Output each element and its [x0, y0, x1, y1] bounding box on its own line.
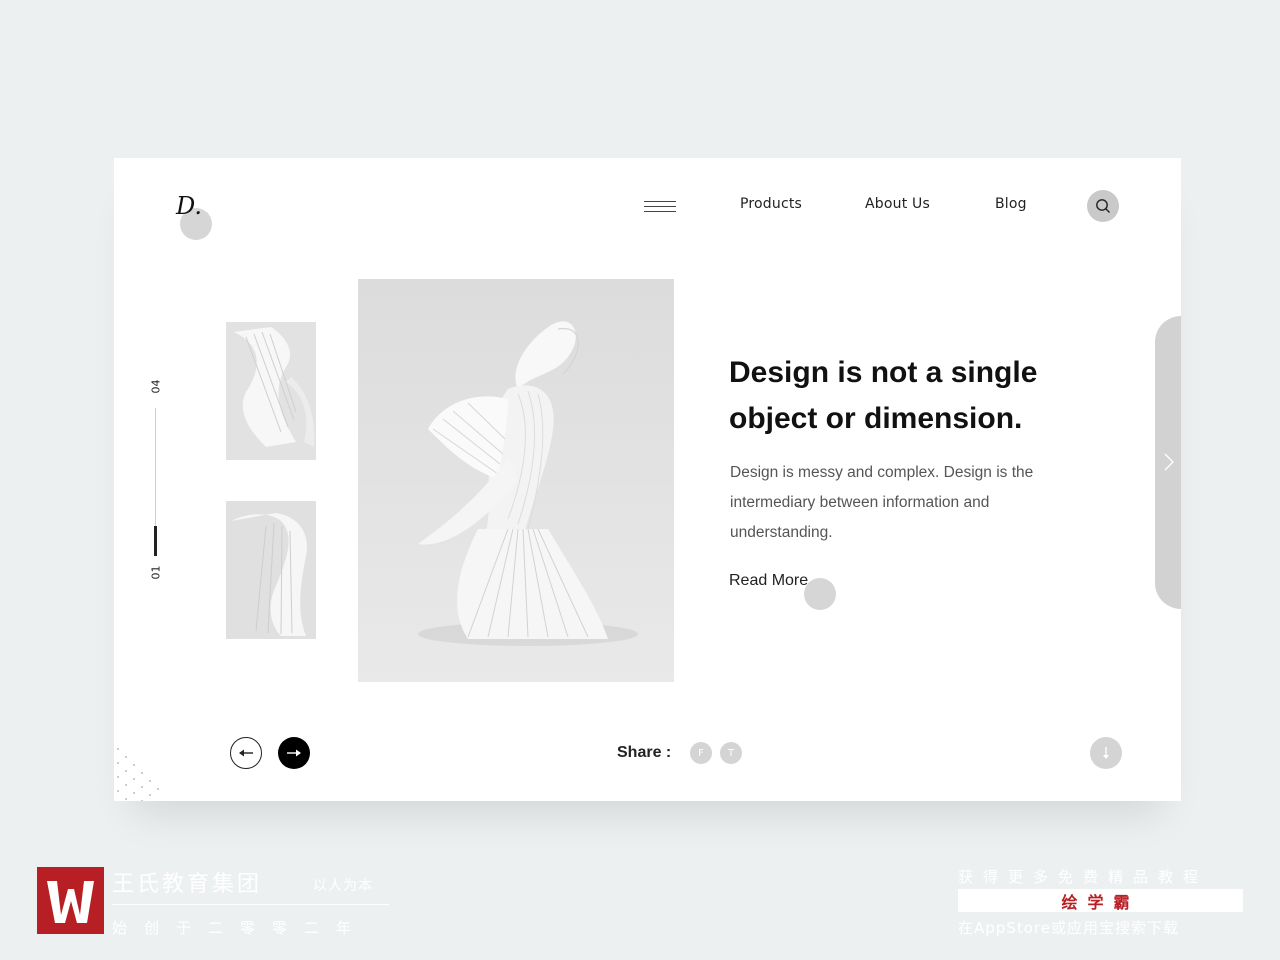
thumbnail-2[interactable]: [226, 501, 316, 639]
watermark-motto: 以人为本: [313, 878, 373, 894]
arrow-left-icon: [239, 749, 253, 757]
arrow-down-icon: [1103, 747, 1109, 759]
read-more-decor-dot: [804, 578, 836, 610]
slide-count-total: 04: [149, 379, 163, 394]
facebook-share-button[interactable]: F: [690, 742, 712, 764]
nav-about-us[interactable]: About Us: [865, 196, 930, 212]
chevron-right-icon: [1164, 453, 1174, 471]
watermark-founded: 始创于二零零二年: [112, 919, 369, 937]
hero-image: [358, 279, 674, 682]
search-icon: [1096, 199, 1110, 213]
decor-dot-pattern: [117, 748, 159, 801]
watermark-org: 王氏教育集团: [112, 872, 263, 897]
share-label: Share :: [617, 744, 672, 761]
slide-current: 01: [149, 565, 163, 580]
prev-button[interactable]: [230, 737, 262, 769]
watermark-divider: [112, 904, 389, 905]
headline-line-1: Design is not a single: [729, 356, 1038, 389]
headline-line-2: object or dimension.: [729, 402, 1023, 435]
next-slide-panel[interactable]: [1155, 316, 1181, 609]
menu-icon[interactable]: [644, 199, 676, 215]
watermark-promo-bar: 绘学霸: [958, 889, 1243, 912]
slide-indicator: 04 01: [146, 378, 166, 583]
next-button[interactable]: [278, 737, 310, 769]
watermark-promo-1: 获得更多免费精品教程: [958, 868, 1209, 886]
slide-progress: [154, 526, 157, 556]
watermark-brand: 绘学霸: [1061, 892, 1140, 912]
hero-headline: Design is not a single object or dimensi…: [729, 350, 1089, 442]
arrow-right-icon: [287, 749, 301, 757]
watermark-logo: [37, 867, 104, 934]
read-more-link[interactable]: Read More: [729, 572, 808, 590]
scroll-down-button[interactable]: [1090, 737, 1122, 769]
twitter-share-button[interactable]: T: [720, 742, 742, 764]
nav-products[interactable]: Products: [740, 196, 802, 212]
landing-card: D. Products About Us Blog 04 01 Design i…: [114, 158, 1181, 801]
nav-blog[interactable]: Blog: [995, 196, 1027, 212]
search-button[interactable]: [1087, 190, 1119, 222]
watermark-promo-3: 在AppStore或应用宝搜索下载: [958, 919, 1179, 937]
hero-description: Design is messy and complex. Design is t…: [730, 464, 1034, 541]
thumbnail-1[interactable]: [226, 322, 316, 460]
site-logo[interactable]: D.: [176, 192, 202, 220]
